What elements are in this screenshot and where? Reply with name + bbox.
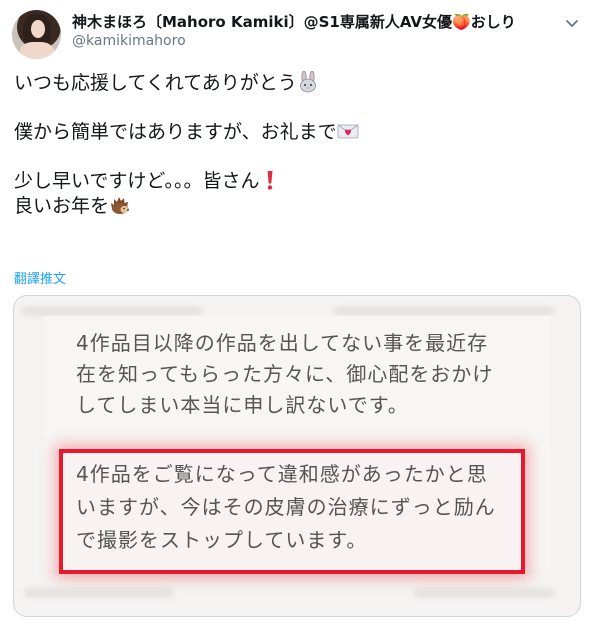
exclamation-icon: [267, 171, 273, 190]
love-letter-icon: [337, 124, 359, 139]
tweet-line-4: 良いお年を: [14, 194, 574, 219]
note-line: 4作品をご覧になって違和感があったかと思: [76, 462, 488, 486]
note-line: 4作品目以降の作品を出してない事を最近存: [76, 331, 489, 355]
rabbit-emoji-icon: [299, 71, 316, 93]
avatar-face: [31, 20, 45, 38]
note-line: 在を知ってもらった方々に、御心配をおかけ: [76, 362, 494, 386]
note-line: で撮影をストップしています。: [76, 528, 368, 552]
chevron-down-icon[interactable]: [564, 15, 580, 31]
blurred-background-text: [414, 588, 554, 598]
blurred-background-text: [334, 306, 554, 316]
tweet-text: いつも応援してくれてありがとう 僕から簡単ではありますが、お礼まで 少し早いです…: [14, 71, 574, 218]
note-paragraph-2: 4作品をご覧になって違和感があったかと思 いますが、今はその皮膚の治療にずっと励…: [76, 458, 516, 557]
translate-link[interactable]: 翻譯推文: [14, 268, 66, 287]
avatar-body: [20, 42, 54, 59]
note-line: してしまい本当に申し訳ないです。: [76, 393, 409, 417]
tweet-line-2: 僕から簡単ではありますが、お礼まで: [14, 120, 574, 145]
note-line: いますが、今はその皮膚の治療にずっと励ん: [76, 495, 496, 519]
user-handle[interactable]: @kamikimahoro: [72, 33, 186, 49]
tweet-line-3: 少し早いですけど。。。皆さん: [14, 169, 574, 194]
display-name[interactable]: 神木まほろ〔Mahoro Kamiki〕@S1専属新人AV女優🍑おしり: [72, 11, 516, 32]
media-image[interactable]: 4作品目以降の作品を出してない事を最近存 在を知ってもらった方々に、御心配をおか…: [13, 295, 581, 617]
hedgehog-icon: [111, 196, 130, 214]
blurred-background-text: [22, 306, 202, 316]
note-paragraph-1: 4作品目以降の作品を出してない事を最近存 在を知ってもらった方々に、御心配をおか…: [76, 328, 546, 421]
tweet-line-1: いつも応援してくれてありがとう: [14, 71, 574, 96]
avatar[interactable]: [12, 10, 61, 59]
blurred-background-text: [24, 588, 174, 598]
